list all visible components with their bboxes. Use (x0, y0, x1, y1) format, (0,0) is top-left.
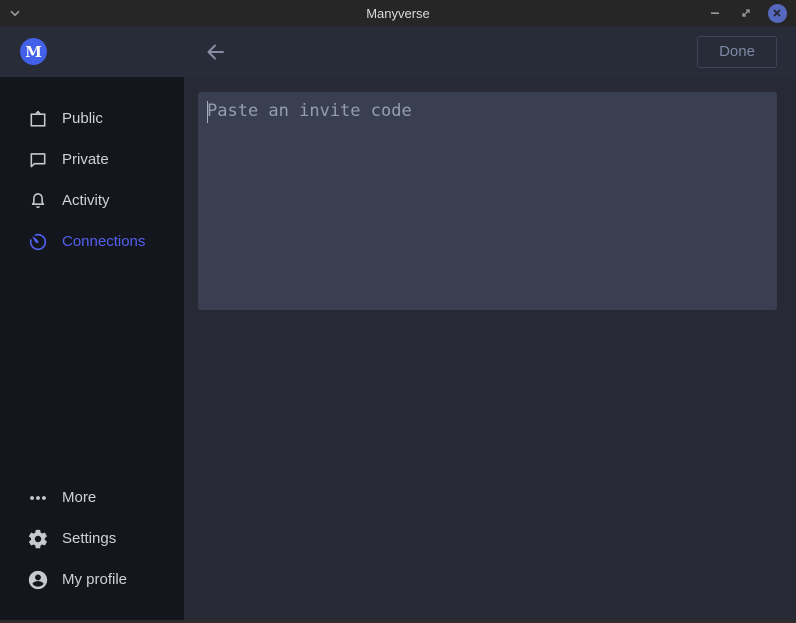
message-bubble-icon (27, 149, 49, 171)
close-button[interactable] (767, 3, 787, 23)
sidebar-item-public[interactable]: Public (0, 98, 184, 139)
window-controls (705, 3, 796, 23)
ellipsis-icon (27, 487, 49, 509)
back-button[interactable] (203, 40, 227, 64)
sidebar-item-label: More (62, 489, 96, 506)
app-body: Public Private Activity Connections (0, 77, 796, 620)
invite-code-input[interactable] (198, 92, 777, 310)
app-window: Manyverse M (0, 0, 796, 623)
sidebar-item-my-profile[interactable]: My profile (0, 559, 184, 600)
sidebar-item-connections[interactable]: Connections (0, 221, 184, 262)
window-menu-button[interactable] (7, 5, 23, 21)
sidebar-item-settings[interactable]: Settings (0, 518, 184, 559)
sidebar-item-label: Settings (62, 530, 116, 547)
close-icon (768, 4, 787, 23)
sidebar-spacer (0, 262, 184, 477)
window-title: Manyverse (0, 6, 796, 21)
logo-column: M (0, 38, 184, 65)
sidebar-item-more[interactable]: More (0, 477, 184, 518)
gear-icon (27, 528, 49, 550)
sidebar-item-label: Private (62, 151, 109, 168)
app-header: M Done (0, 26, 796, 77)
main-content (184, 77, 796, 620)
restore-icon (738, 5, 754, 21)
done-button[interactable]: Done (697, 36, 777, 68)
sidebar-item-private[interactable]: Private (0, 139, 184, 180)
arrow-left-icon (203, 40, 227, 64)
sidebar-item-activity[interactable]: Activity (0, 180, 184, 221)
bulletin-board-icon (27, 108, 49, 130)
titlebar: Manyverse (0, 0, 796, 26)
bell-icon (27, 190, 49, 212)
sidebar-item-label: Connections (62, 233, 145, 250)
manyverse-logo: M (20, 38, 47, 65)
restore-button[interactable] (736, 3, 756, 23)
sidebar-item-label: Public (62, 110, 103, 127)
gauge-icon (27, 231, 49, 253)
sidebar-item-label: Activity (62, 192, 110, 209)
chevron-down-icon (7, 5, 23, 21)
invite-code-field-wrap (198, 92, 777, 310)
sidebar: Public Private Activity Connections (0, 77, 184, 620)
sidebar-item-label: My profile (62, 571, 127, 588)
minimize-icon (707, 5, 723, 21)
minimize-button[interactable] (705, 3, 725, 23)
person-circle-icon (27, 569, 49, 591)
